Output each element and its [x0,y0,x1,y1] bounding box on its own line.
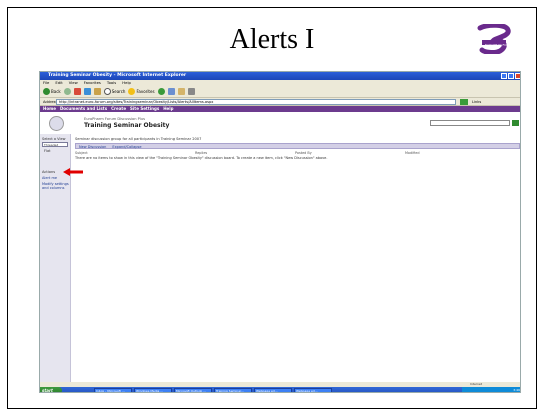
task-button[interactable]: Training Seminar... [214,388,252,392]
european-forum-logo [477,24,511,54]
forward-button[interactable] [63,88,71,95]
minimize-button[interactable] [501,73,507,79]
browser-toolbar: Back Search Favorites [40,86,520,98]
select-view-label: Select a View [42,137,66,141]
stop-button[interactable] [73,88,81,95]
back-button[interactable]: Back [43,88,61,95]
content-toolbar: New Discussion Expand/Collapse [75,143,520,149]
actions-label: Actions [42,170,56,174]
col-posted-by[interactable]: Posted By [295,151,405,155]
task-button[interactable]: Microsoft Outlook ... [174,388,212,392]
col-modified[interactable]: Modified [405,151,505,155]
expand-collapse-button[interactable]: Expand/Collapse [112,144,141,149]
slide-title: Alerts I [229,24,315,55]
forward-icon [63,88,71,95]
col-subject[interactable]: Subject [75,151,195,155]
home-button[interactable] [93,88,101,95]
favorites-label: Favorites [136,89,155,94]
windows-taskbar: start Inbox - Microsoft ... Windows Medi… [40,387,520,392]
print-button[interactable] [187,88,195,95]
mail-icon [177,88,185,95]
system-tray: 3:46 [462,387,520,392]
site-org: EuroPharm Forum Discussion Plus [84,117,145,121]
start-button[interactable]: start [40,387,62,392]
main-content: Seminar discussion group for all partici… [73,134,520,382]
browser-screenshot: Training Seminar Obesity - Microsoft Int… [39,71,521,393]
go-button[interactable] [460,99,468,105]
maximize-button[interactable] [508,73,514,79]
site-header: EuroPharm Forum Discussion Plus Training… [40,112,520,134]
task-button[interactable]: Inbox - Microsoft ... [94,388,132,392]
address-input[interactable]: http://intranet.euro-forum.org/sites/Tra… [56,99,456,105]
window-controls [501,73,520,79]
history-button[interactable] [167,88,175,95]
search-button[interactable]: Search [103,88,126,95]
home-icon [93,88,101,95]
refresh-icon [83,88,91,95]
address-bar: Address http://intranet.euro-forum.org/s… [40,98,520,106]
back-icon [43,88,50,95]
status-zone: Internet [470,382,482,386]
site-search-input[interactable] [430,120,510,126]
task-button[interactable]: Webpage ed... [294,388,332,392]
window-titlebar: Training Seminar Obesity - Microsoft Int… [40,72,520,80]
empty-message: There are no items to show in this view … [75,156,328,160]
back-label: Back [51,89,61,94]
board-description: Seminar discussion group for all partici… [75,137,202,141]
view-threaded[interactable]: Threaded [42,142,68,147]
column-headers: Subject Replies Posted By Modified [75,151,520,155]
stop-icon [73,88,81,95]
modify-settings-link[interactable]: Modify settings and columns [42,182,70,190]
media-icon [157,88,165,95]
history-icon [167,88,175,95]
logo-text: EUROPEAN FORUM [485,43,514,47]
links-label[interactable]: Links [472,98,481,106]
site-logo [49,116,64,131]
red-pointer-arrow-icon [63,168,83,176]
window-title: Training Seminar Obesity - Microsoft Int… [48,73,187,78]
site-search-button[interactable] [512,120,519,126]
view-flat[interactable]: Flat [44,149,51,153]
favorites-icon [128,88,136,95]
site-title: Training Seminar Obesity [84,122,170,129]
clock: 3:46 [513,388,520,392]
search-icon [103,88,111,95]
media-button[interactable] [157,88,165,95]
favorites-button[interactable]: Favorites [128,88,155,95]
col-replies[interactable]: Replies [195,151,295,155]
alert-me-link[interactable]: Alert me [42,176,57,180]
mail-button[interactable] [177,88,185,95]
refresh-button[interactable] [83,88,91,95]
search-label: Search [111,89,126,94]
task-button[interactable]: Windows Media ... [134,388,172,392]
new-discussion-button[interactable]: New Discussion [79,144,106,149]
close-button[interactable] [515,73,520,79]
task-button[interactable]: Webpage ed... [254,388,292,392]
print-icon [187,88,195,95]
